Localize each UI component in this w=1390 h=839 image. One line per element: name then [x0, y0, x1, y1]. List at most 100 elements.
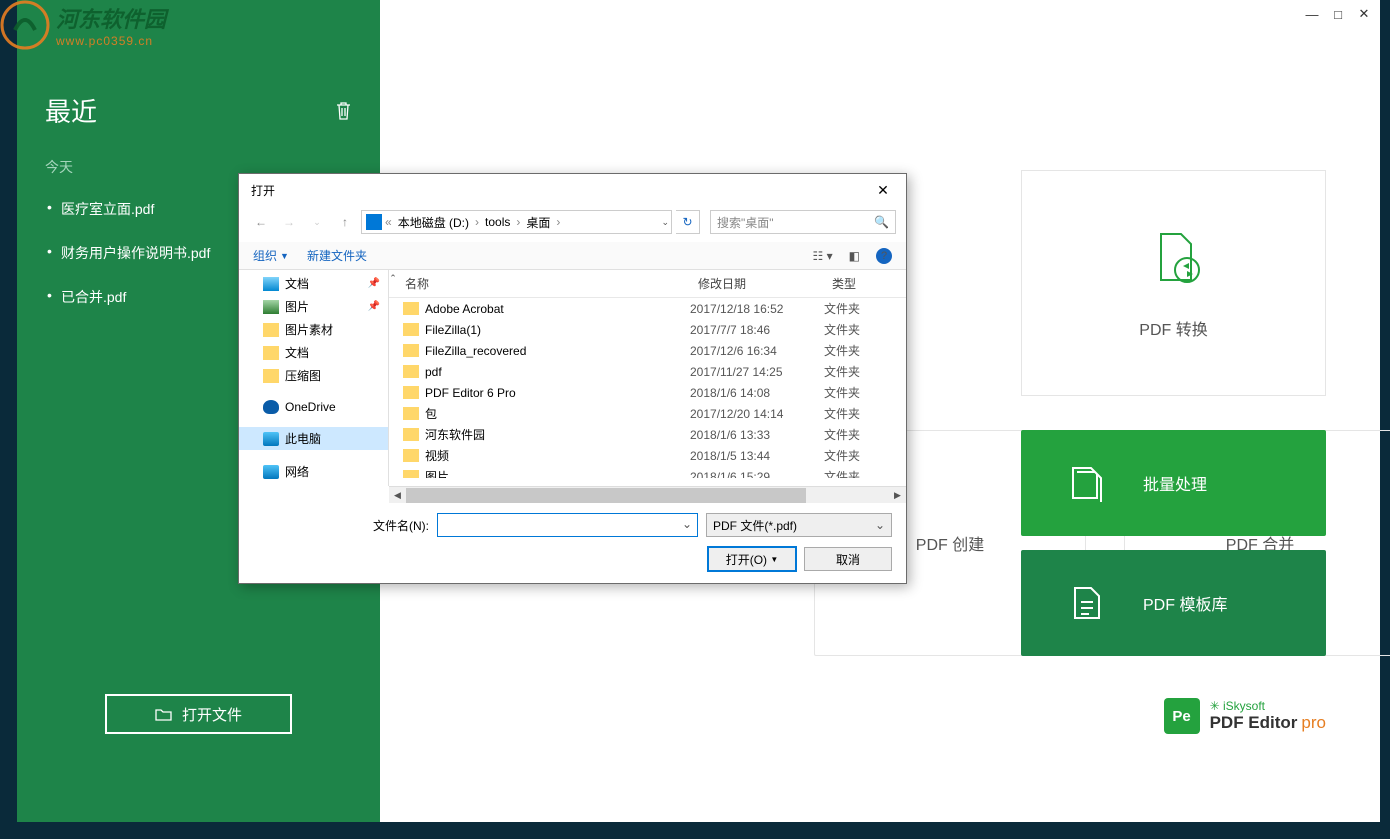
file-type: 文件夹 [824, 300, 906, 317]
file-list: ⌃ 名称 修改日期 类型 Adobe Acrobat2017/12/18 16:… [389, 270, 906, 486]
tree-item-label: 图片 [285, 298, 309, 315]
scroll-thumb[interactable] [406, 488, 806, 503]
pin-icon: 📌 [368, 301, 380, 312]
folder-icon [403, 407, 419, 420]
filename-input[interactable] [437, 513, 698, 537]
folder-tree: 文档📌图片📌图片素材文档压缩图OneDrive此电脑网络 [239, 270, 389, 486]
tree-item[interactable]: 压缩图 [239, 364, 388, 387]
file-date: 2018/1/6 14:08 [690, 386, 824, 400]
pdf-convert-tile[interactable]: PDF 转换 [1021, 170, 1326, 396]
nav-back-button[interactable]: ← [249, 211, 273, 233]
file-date: 2017/7/7 18:46 [690, 323, 824, 337]
window-controls: — □ ✕ [1300, 4, 1376, 24]
file-type: 文件夹 [824, 447, 906, 464]
tree-item[interactable]: 图片素材 [239, 318, 388, 341]
file-name: 河东软件园 [425, 426, 690, 443]
file-name: FileZilla(1) [425, 323, 690, 337]
column-header-name[interactable]: 名称 [389, 270, 690, 297]
file-date: 2017/12/20 14:14 [690, 407, 824, 421]
template-icon [1065, 582, 1107, 624]
file-type: 文件夹 [824, 363, 906, 380]
folder-icon [403, 365, 419, 378]
file-row[interactable]: pdf2017/11/27 14:25文件夹 [389, 361, 906, 382]
tree-item-label: 网络 [285, 463, 309, 480]
file-row[interactable]: Adobe Acrobat2017/12/18 16:52文件夹 [389, 298, 906, 319]
open-file-button[interactable]: 打开文件 [105, 694, 292, 734]
path-segment[interactable]: 桌面 [523, 214, 553, 231]
file-name: 图片 [425, 468, 690, 478]
folder-icon [403, 302, 419, 315]
scroll-left-arrow[interactable]: ◀ [389, 487, 406, 504]
file-row[interactable]: 河东软件园2018/1/6 13:33文件夹 [389, 424, 906, 445]
tree-item[interactable]: 此电脑 [239, 427, 388, 450]
file-row[interactable]: PDF Editor 6 Pro2018/1/6 14:08文件夹 [389, 382, 906, 403]
file-row[interactable]: 包2017/12/20 14:14文件夹 [389, 403, 906, 424]
template-tile[interactable]: PDF 模板库 [1021, 550, 1326, 656]
file-row[interactable]: 视频2018/1/5 13:44文件夹 [389, 445, 906, 466]
tree-item[interactable]: 文档 [239, 341, 388, 364]
file-row[interactable]: FileZilla_recovered2017/12/6 16:34文件夹 [389, 340, 906, 361]
file-type-filter[interactable]: PDF 文件(*.pdf) [706, 513, 892, 537]
tile-label: PDF 模板库 [1143, 591, 1227, 615]
sidebar-title: 最近 [45, 92, 97, 129]
organize-button[interactable]: 组织 ▼ [253, 247, 289, 264]
file-open-dialog: 打开 ✕ ← → ⌄ ↑ « 本地磁盘 (D:) › tools › 桌面 › … [238, 173, 907, 584]
branding: Pe ✳ iSkysoft PDF Editorpro [1164, 698, 1326, 734]
dialog-title: 打开 [251, 182, 275, 199]
open-file-label: 打开文件 [182, 704, 242, 725]
file-type: 文件夹 [824, 405, 906, 422]
preview-pane-button[interactable]: ◧ [849, 249, 860, 263]
search-input[interactable]: 搜索"桌面" 🔍 [710, 210, 896, 234]
path-bar[interactable]: « 本地磁盘 (D:) › tools › 桌面 › ⌄ [361, 210, 672, 234]
file-row[interactable]: 图片2018/1/6 15:29文件夹 [389, 466, 906, 478]
nav-up-button[interactable]: ↑ [333, 211, 357, 233]
tree-item[interactable]: 文档📌 [239, 272, 388, 295]
column-header-type[interactable]: 类型 [824, 270, 906, 297]
file-type: 文件夹 [824, 468, 906, 478]
cloud-icon [263, 400, 279, 414]
file-name: FileZilla_recovered [425, 344, 690, 358]
refresh-button[interactable]: ↻ [676, 210, 700, 234]
search-icon: 🔍 [874, 215, 889, 229]
horizontal-scrollbar[interactable]: ◀ ▶ [389, 486, 906, 503]
folder-icon [403, 449, 419, 462]
path-segment[interactable]: tools [482, 215, 513, 229]
dialog-close-button[interactable]: ✕ [868, 180, 898, 200]
filename-label: 文件名(N): [253, 517, 429, 534]
folder-icon [403, 344, 419, 357]
batch-icon [1065, 462, 1107, 504]
tree-item[interactable]: OneDrive [239, 397, 388, 417]
view-options-button[interactable]: ☷ ▾ [813, 249, 833, 263]
tree-item[interactable]: 图片 📌 [239, 295, 388, 318]
nav-forward-button[interactable]: → [277, 211, 301, 233]
cancel-button[interactable]: 取消 [804, 547, 892, 571]
open-button[interactable]: 打开(O) ▼ [708, 547, 796, 571]
help-button[interactable]: ? [876, 248, 892, 264]
tree-item[interactable]: 网络 [239, 460, 388, 483]
column-splitter[interactable]: ⌃ [389, 273, 397, 283]
file-date: 2018/1/6 15:29 [690, 470, 824, 479]
new-folder-button[interactable]: 新建文件夹 [307, 247, 367, 264]
monitor-icon [263, 465, 279, 479]
batch-process-tile[interactable]: 批量处理 [1021, 430, 1326, 536]
minimize-button[interactable]: — [1300, 4, 1324, 24]
file-name: Adobe Acrobat [425, 302, 690, 316]
tile-label: 批量处理 [1143, 471, 1207, 495]
nav-recent-dropdown[interactable]: ⌄ [305, 211, 329, 233]
folder-icon [263, 369, 279, 383]
file-row[interactable]: FileZilla(1)2017/7/7 18:46文件夹 [389, 319, 906, 340]
tree-item-label: 文档 [285, 275, 309, 292]
brand-badge: Pe [1164, 698, 1200, 734]
trash-icon[interactable] [335, 101, 352, 120]
search-placeholder: 搜索"桌面" [717, 214, 774, 231]
file-name: PDF Editor 6 Pro [425, 386, 690, 400]
tree-item-label: OneDrive [285, 400, 336, 414]
tree-item-label: 图片素材 [285, 321, 333, 338]
folder-icon [155, 707, 172, 721]
path-segment[interactable]: 本地磁盘 (D:) [395, 214, 472, 231]
scroll-right-arrow[interactable]: ▶ [889, 487, 906, 504]
close-button[interactable]: ✕ [1352, 4, 1376, 24]
column-header-date[interactable]: 修改日期 [690, 270, 824, 297]
maximize-button[interactable]: □ [1326, 4, 1350, 24]
file-name: 视频 [425, 447, 690, 464]
